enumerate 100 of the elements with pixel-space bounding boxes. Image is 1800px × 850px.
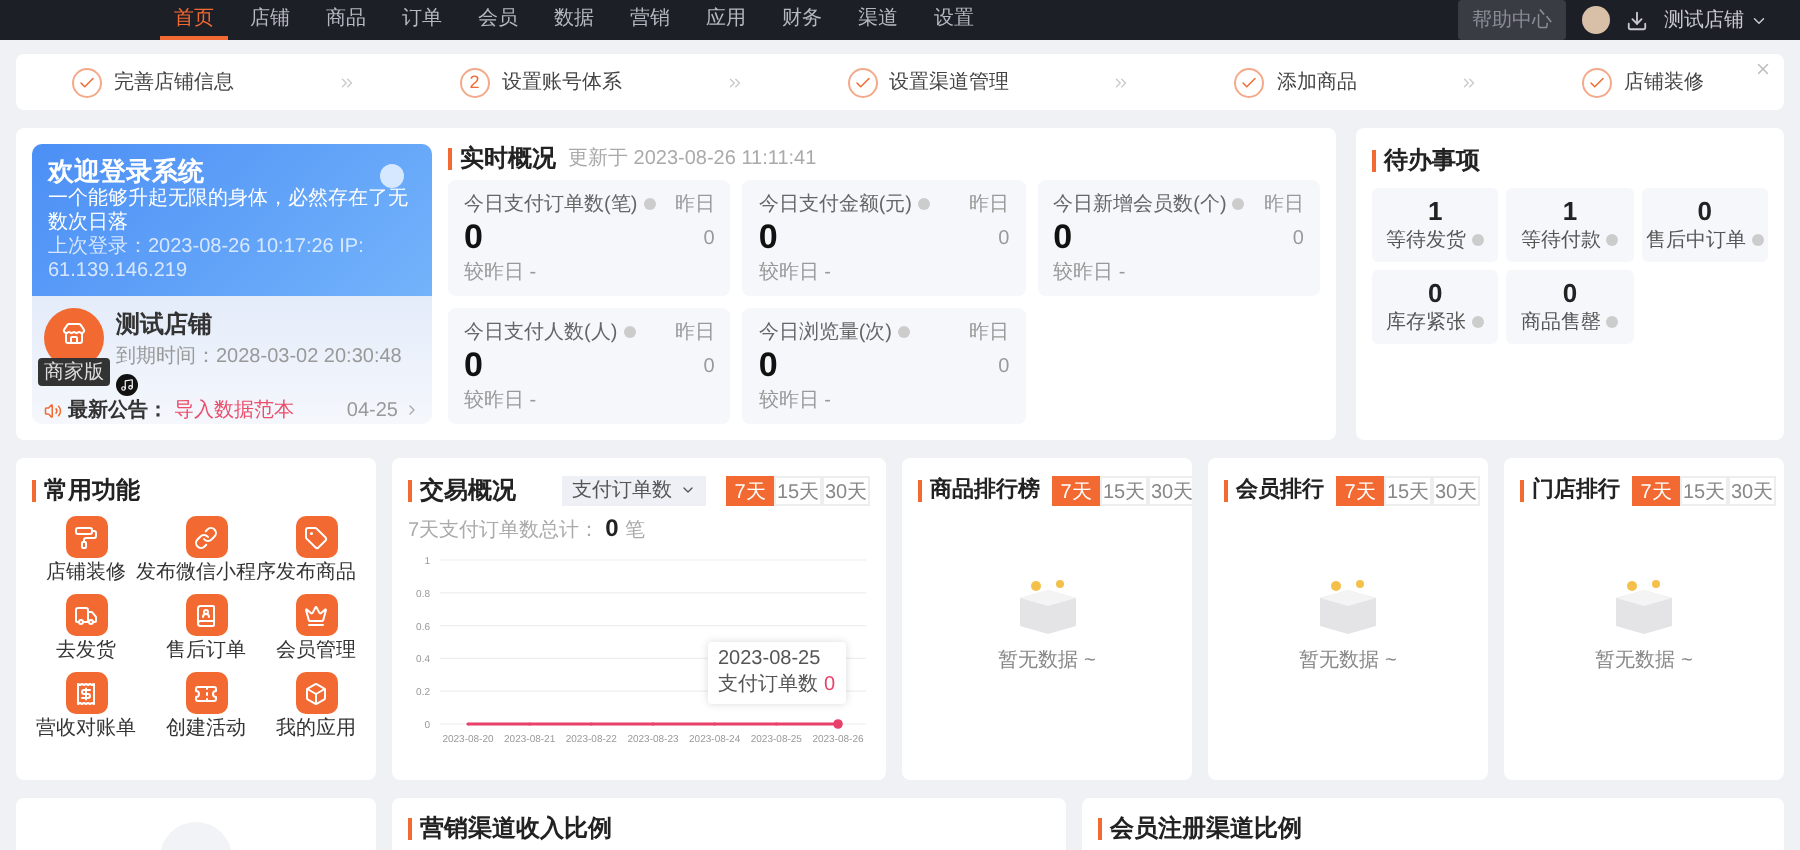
range-tab[interactable]: 15天 xyxy=(1100,475,1148,505)
notice-label: 最新公告： xyxy=(68,396,168,424)
shortcut-link[interactable]: 去发货 xyxy=(36,594,136,664)
shortcut-link[interactable]: 店铺装修 xyxy=(36,516,136,586)
total-label: 7天支付订单数总计： xyxy=(408,517,600,544)
info-icon xyxy=(1751,234,1764,247)
section-title: 营销渠道收入比例 xyxy=(408,818,1050,840)
range-tab[interactable]: 30天 xyxy=(1148,475,1192,505)
shortcut-link[interactable]: 创建活动 xyxy=(136,672,276,742)
step-label[interactable]: 添加商品 xyxy=(1276,68,1357,96)
empty-text: 暂无数据 ~ xyxy=(998,647,1096,674)
shortcut-link[interactable]: 发布微信小程序 xyxy=(136,516,276,586)
avatar-icon[interactable] xyxy=(1582,6,1610,34)
section-title: 商品排行榜 xyxy=(918,479,1040,501)
todo-count: 0 xyxy=(1697,196,1712,226)
stat-value: 0 xyxy=(1053,218,1073,258)
paint-roller-icon xyxy=(65,516,107,558)
shortcut-link[interactable]: 我的应用 xyxy=(276,672,356,742)
section-title: 常用功能 xyxy=(32,479,140,501)
range-tab[interactable]: 15天 xyxy=(1680,475,1728,505)
shortcut-link[interactable]: 营收对账单 xyxy=(36,672,136,742)
box-icon xyxy=(295,672,337,714)
store-icon xyxy=(62,321,86,345)
todo-label: 库存紧张 xyxy=(1386,308,1485,336)
yesterday-value: 0 xyxy=(703,227,715,249)
todo-tile[interactable]: 0 售后中订单 xyxy=(1641,188,1768,262)
nav-tab[interactable]: 渠道 xyxy=(844,0,912,40)
nav-tab[interactable]: 应用 xyxy=(692,0,760,40)
account-menu[interactable]: 测试店铺 xyxy=(1664,6,1768,34)
nav-tab[interactable]: 商品 xyxy=(312,0,380,40)
update-time: 更新于 2023-08-26 11:11:41 xyxy=(568,145,817,172)
nav-tab[interactable]: 营销 xyxy=(616,0,684,40)
range-tab[interactable]: 30天 xyxy=(1728,475,1776,505)
info-icon xyxy=(898,326,910,339)
contact-book-icon xyxy=(185,594,227,636)
moon-icon xyxy=(380,164,404,188)
shortcut-link[interactable]: 会员管理 xyxy=(276,594,356,664)
todo-tile[interactable]: 1 等待发货 xyxy=(1372,188,1499,262)
yesterday-label: 昨日 xyxy=(969,320,1010,346)
info-icon xyxy=(623,326,636,339)
edition-badge: 商家版 xyxy=(38,358,110,386)
shortcut-link[interactable]: 售后订单 xyxy=(136,594,276,664)
info-icon xyxy=(1472,234,1485,247)
chevrons-icon xyxy=(1112,73,1131,91)
step-label[interactable]: 设置账号体系 xyxy=(501,68,622,96)
info-icon xyxy=(918,198,930,211)
todo-count: 1 xyxy=(1562,196,1578,226)
yesterday-label: 昨日 xyxy=(1263,192,1304,218)
yesterday-label: 昨日 xyxy=(674,192,715,218)
info-icon xyxy=(1472,316,1485,329)
range-tab[interactable]: 30天 xyxy=(1432,475,1480,505)
download-icon[interactable] xyxy=(1626,9,1648,31)
todo-label: 等待发货 xyxy=(1386,226,1485,254)
info-icon xyxy=(1606,234,1619,247)
speaker-icon xyxy=(44,401,62,419)
section-title: 交易概况 xyxy=(408,479,516,501)
receipt-icon xyxy=(65,672,107,714)
todo-tile[interactable]: 0 库存紧张 xyxy=(1372,270,1499,344)
nav-tab[interactable]: 首页 xyxy=(160,0,228,40)
chevrons-icon xyxy=(337,73,356,91)
tooltip-date: 2023-08-25 xyxy=(718,648,823,670)
notice-date: 04-25 xyxy=(346,399,398,421)
shortcut-link[interactable]: 发布商品 xyxy=(276,516,356,586)
range-tab[interactable]: 30天 xyxy=(822,475,870,505)
range-tab[interactable]: 15天 xyxy=(774,475,822,505)
stat-value: 0 xyxy=(758,346,778,386)
caret-icon xyxy=(680,482,696,498)
compare-text: 较昨日 - xyxy=(1053,259,1128,286)
nav-tab[interactable]: 店铺 xyxy=(236,0,304,40)
music-note-icon[interactable] xyxy=(116,374,138,396)
yesterday-value: 0 xyxy=(1292,227,1304,249)
nav-tab[interactable]: 财务 xyxy=(768,0,836,40)
tag-icon xyxy=(295,516,337,558)
todo-tile[interactable]: 1 等待付款 xyxy=(1506,188,1634,262)
yesterday-value: 0 xyxy=(998,227,1010,249)
nav-tab[interactable]: 会员 xyxy=(464,0,532,40)
total-value: 0 xyxy=(605,514,619,542)
stat-value: 0 xyxy=(464,218,483,258)
todo-count: 0 xyxy=(1562,278,1578,308)
yesterday-value: 0 xyxy=(703,355,715,377)
range-tab[interactable]: 15天 xyxy=(1384,475,1432,505)
step-label[interactable]: 店铺装修 xyxy=(1624,68,1704,96)
section-title: 门店排行 xyxy=(1520,479,1620,501)
metric-select[interactable]: 支付订单数 xyxy=(562,475,706,505)
expiry-text: 到期时间：2028-03-02 20:30:48 xyxy=(116,343,402,370)
chevrons-icon xyxy=(1460,73,1479,91)
step-label[interactable]: 设置渠道管理 xyxy=(889,68,1009,96)
section-title: 待办事项 xyxy=(1372,149,1480,171)
yesterday-label: 昨日 xyxy=(674,320,715,346)
nav-tab[interactable]: 订单 xyxy=(388,0,456,40)
stat-label: 今日支付订单数(笔) xyxy=(464,190,656,218)
nav-tab[interactable]: 数据 xyxy=(540,0,608,40)
compare-text: 较昨日 - xyxy=(758,259,833,286)
chevrons-icon xyxy=(725,73,744,91)
step-label[interactable]: 完善店铺信息 xyxy=(114,68,234,96)
nav-tab[interactable]: 设置 xyxy=(920,0,988,40)
compare-text: 较昨日 - xyxy=(758,387,833,414)
todo-tile[interactable]: 0 商品售罄 xyxy=(1506,270,1634,344)
step-number: 2 xyxy=(459,67,490,97)
welcome-title: 欢迎登录系统 xyxy=(48,156,206,187)
